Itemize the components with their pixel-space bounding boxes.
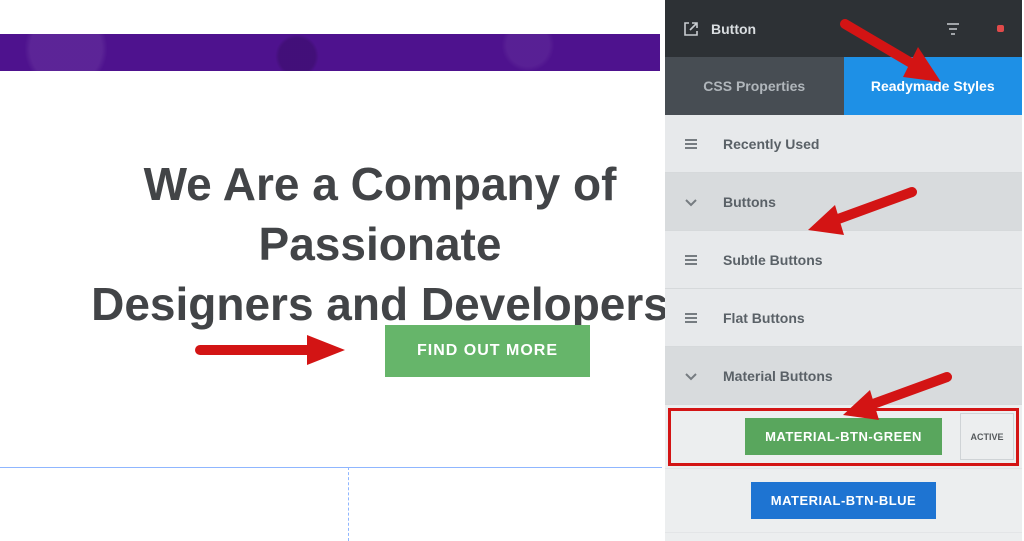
indicator-dot	[997, 25, 1004, 32]
tab-css-properties[interactable]: CSS Properties	[665, 57, 844, 115]
page-canvas: We Are a Company of Passionate Designers…	[0, 0, 665, 541]
active-badge: ACTIVE	[960, 413, 1014, 460]
panel-header: Button	[665, 0, 1022, 57]
chevron-down-icon	[683, 194, 699, 210]
category-label: Flat Buttons	[723, 310, 805, 326]
chevron-down-icon	[683, 368, 699, 384]
category-subtle-buttons[interactable]: Subtle Buttons	[665, 231, 1022, 289]
find-out-more-button[interactable]: FIND OUT MORE	[385, 325, 590, 377]
page-headline: We Are a Company of Passionate Designers…	[0, 155, 720, 334]
style-swatch-blue[interactable]: MATERIAL-BTN-BLUE	[751, 482, 936, 519]
selection-guide-horizontal	[0, 467, 662, 468]
category-label: Material Buttons	[723, 368, 833, 384]
style-row-material-blue[interactable]: MATERIAL-BTN-BLUE	[665, 469, 1022, 533]
tab-readymade-styles[interactable]: Readymade Styles	[844, 57, 1023, 115]
panel-title: Button	[711, 21, 945, 37]
menu-icon	[683, 310, 699, 326]
filter-icon[interactable]	[945, 21, 961, 37]
category-material-buttons[interactable]: Material Buttons	[665, 347, 1022, 405]
selection-guide-vertical	[348, 467, 349, 541]
category-recently-used[interactable]: Recently Used	[665, 115, 1022, 173]
category-flat-buttons[interactable]: Flat Buttons	[665, 289, 1022, 347]
style-row-material-green[interactable]: MATERIAL-BTN-GREEN ACTIVE	[665, 405, 1022, 469]
hero-band	[0, 34, 660, 71]
panel-tabs: CSS Properties Readymade Styles	[665, 57, 1022, 115]
menu-icon	[683, 136, 699, 152]
category-buttons[interactable]: Buttons	[665, 173, 1022, 231]
category-label: Subtle Buttons	[723, 252, 823, 268]
tab-label: CSS Properties	[703, 78, 805, 94]
category-label: Buttons	[723, 194, 776, 210]
inspector-panel: Button CSS Properties Readymade Styles R…	[665, 0, 1022, 541]
category-label: Recently Used	[723, 136, 819, 152]
popout-icon[interactable]	[683, 21, 699, 37]
menu-icon	[683, 252, 699, 268]
tab-label: Readymade Styles	[871, 78, 995, 94]
style-swatch-green[interactable]: MATERIAL-BTN-GREEN	[745, 418, 942, 455]
